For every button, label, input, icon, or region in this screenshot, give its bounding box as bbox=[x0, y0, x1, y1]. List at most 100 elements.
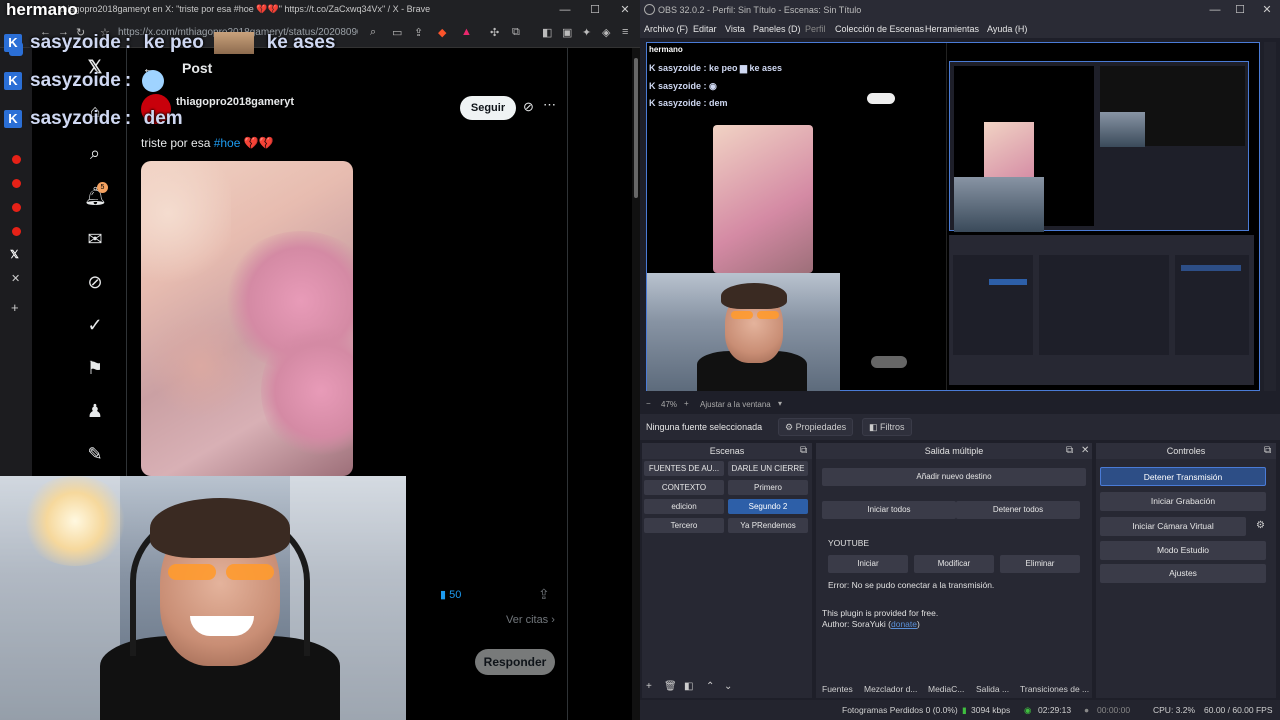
tab-youtube-4[interactable] bbox=[12, 227, 21, 236]
scenes-title: Escenas bbox=[642, 443, 812, 459]
tab-multi-output[interactable]: Salida ... bbox=[976, 681, 1009, 697]
properties-button[interactable]: ⚙ Propiedades bbox=[778, 418, 854, 436]
grok-explain-icon[interactable]: ⊘ bbox=[523, 99, 534, 115]
close-button[interactable]: ✕ bbox=[610, 0, 640, 20]
tab-youtube-2[interactable] bbox=[12, 179, 21, 188]
vpn-icon[interactable]: ◈ bbox=[602, 26, 610, 39]
scene-item[interactable]: FUENTES DE AU... bbox=[644, 461, 724, 476]
delete-destination-button[interactable]: Eliminar bbox=[1000, 555, 1080, 573]
menu-perfil[interactable]: Perfil bbox=[805, 24, 826, 34]
tab-sources[interactable]: Fuentes bbox=[822, 681, 853, 697]
more-options-icon[interactable]: ⋯ bbox=[543, 97, 556, 113]
fit-window-select[interactable]: Ajustar a la ventana bbox=[700, 400, 771, 409]
filters-button[interactable]: ◧ Filtros bbox=[862, 418, 912, 436]
messages-icon[interactable]: ✉ bbox=[84, 228, 106, 250]
add-destination-button[interactable]: Añadir nuevo destino bbox=[822, 468, 1086, 486]
tab-youtube-3[interactable] bbox=[12, 203, 21, 212]
obs-preview-canvas[interactable]: hermano K sasyzoide : ke peo ▆ ke ases K… bbox=[646, 42, 1260, 391]
extensions-icon[interactable]: ✣ bbox=[490, 26, 499, 39]
obs-close-button[interactable]: ✕ bbox=[1252, 0, 1280, 20]
start-virtual-camera-button[interactable]: Iniciar Cámara Virtual bbox=[1100, 517, 1246, 536]
start-recording-button[interactable]: Iniciar Grabación bbox=[1100, 492, 1266, 511]
chevron-down-icon[interactable]: ▾ bbox=[778, 399, 782, 408]
tab-audio-mixer[interactable]: Mezclador d... bbox=[864, 681, 917, 697]
move-up-icon[interactable]: ⌃ bbox=[706, 681, 714, 692]
donate-link[interactable]: donate bbox=[891, 619, 917, 629]
stop-all-button[interactable]: Detener todos bbox=[956, 501, 1080, 519]
maximize-button[interactable]: ☐ bbox=[580, 0, 610, 20]
tweet-image[interactable] bbox=[141, 161, 353, 476]
tab-transitions[interactable]: Transiciones de ... bbox=[1020, 681, 1089, 697]
preview-zoom-bar: − 47% + Ajustar a la ventana ▾ bbox=[640, 396, 1280, 412]
brave-shields-icon[interactable]: ◆ bbox=[438, 26, 446, 39]
menu-herramientas[interactable]: Herramientas bbox=[925, 24, 979, 34]
grok-icon[interactable]: ⊘ bbox=[84, 271, 106, 293]
scrollbar-thumb[interactable] bbox=[634, 58, 638, 198]
view-quotes-link[interactable]: Ver citas › bbox=[506, 614, 555, 626]
scene-item[interactable]: Ya PRendemos bbox=[728, 518, 808, 533]
close-dock-icon[interactable]: ✕ bbox=[1081, 445, 1089, 456]
bookmark-count[interactable]: ▮ 50 bbox=[440, 588, 461, 601]
menu-archivo[interactable]: Archivo (F) bbox=[644, 24, 688, 34]
page-scrollbar[interactable] bbox=[632, 48, 640, 720]
share-icon[interactable]: ⇪ bbox=[414, 26, 423, 39]
verified-icon[interactable]: ✓ bbox=[84, 314, 106, 336]
scene-item[interactable]: DARLE UN CIERRE bbox=[728, 461, 808, 476]
obs-maximize-button[interactable]: ☐ bbox=[1225, 0, 1255, 20]
menu-vista[interactable]: Vista bbox=[725, 24, 745, 34]
scene-item[interactable]: Tercero bbox=[644, 518, 724, 533]
menu-paneles[interactable]: Paneles (D) bbox=[753, 24, 801, 34]
stop-stream-button[interactable]: Detener Transmisión bbox=[1100, 467, 1266, 486]
scene-item[interactable]: edicion bbox=[644, 499, 724, 514]
zoom-out-icon[interactable]: − bbox=[646, 399, 651, 408]
share-post-icon[interactable]: ⇪ bbox=[538, 586, 550, 603]
leo-icon[interactable]: ✦ bbox=[582, 26, 591, 39]
explore-icon[interactable]: ⌕ bbox=[84, 142, 106, 164]
close-tab-icon[interactable]: ✕ bbox=[11, 272, 25, 286]
brave-rewards-icon[interactable]: ▲ bbox=[461, 26, 472, 38]
scene-item-selected[interactable]: Segundo 2 bbox=[728, 499, 808, 514]
notifications-icon[interactable]: 🔔︎ 5 bbox=[84, 182, 108, 207]
remove-scene-icon[interactable]: 🗑︎ bbox=[664, 681, 677, 692]
bookmarks-icon[interactable]: ⚑ bbox=[84, 357, 106, 379]
menu-ayuda[interactable]: Ayuda (H) bbox=[987, 24, 1027, 34]
scene-item[interactable]: Primero bbox=[728, 480, 808, 495]
tab-media-controls[interactable]: MediaC... bbox=[928, 681, 964, 697]
modify-destination-button[interactable]: Modificar bbox=[914, 555, 994, 573]
start-all-button[interactable]: Iniciar todos bbox=[822, 501, 956, 519]
menu-editar[interactable]: Editar bbox=[693, 24, 717, 34]
zoom-in-icon[interactable]: + bbox=[684, 399, 689, 408]
studio-mode-button[interactable]: Modo Estudio bbox=[1100, 541, 1266, 560]
cpu-usage: CPU: 3.2% bbox=[1153, 705, 1196, 715]
virtual-camera-settings-icon[interactable]: ⚙ bbox=[1256, 520, 1265, 531]
multiple-output-dock: Salida múltiple ⧉ ✕ Añadir nuevo destino… bbox=[816, 443, 1092, 698]
tab-x[interactable]: 𝕏 bbox=[10, 248, 24, 262]
undock-icon[interactable]: ⧉ bbox=[1264, 445, 1271, 456]
start-destination-button[interactable]: Iniciar bbox=[828, 555, 908, 573]
new-tab-icon[interactable]: + bbox=[11, 300, 25, 315]
cast-icon[interactable]: ▭ bbox=[392, 26, 402, 39]
tab-youtube-1[interactable] bbox=[12, 155, 21, 164]
move-down-icon[interactable]: ⌄ bbox=[724, 681, 732, 692]
preview-nested-docks bbox=[949, 235, 1254, 385]
preview-scrollbar[interactable] bbox=[1264, 42, 1276, 391]
controls-title: Controles bbox=[1096, 443, 1276, 459]
settings-button[interactable]: Ajustes bbox=[1100, 564, 1266, 583]
wallet-icon[interactable]: ▣ bbox=[562, 26, 572, 39]
sidebar-icon[interactable]: ◧ bbox=[542, 26, 552, 39]
menu-coleccion[interactable]: Colección de Escenas bbox=[835, 24, 924, 34]
compose-icon[interactable]: ✎ bbox=[84, 443, 106, 465]
reply-button[interactable]: Responder bbox=[475, 649, 555, 675]
follow-button[interactable]: Seguir bbox=[460, 96, 516, 120]
add-scene-icon[interactable]: + bbox=[646, 681, 652, 692]
obs-window: OBS 32.0.2 - Perfil: Sin Título - Escena… bbox=[640, 0, 1280, 720]
scene-item[interactable]: CONTEXTO bbox=[644, 480, 724, 495]
controls-dock: Controles ⧉ Detener Transmisión Iniciar … bbox=[1096, 443, 1276, 698]
scene-filters-icon[interactable]: ◧ bbox=[684, 681, 693, 692]
undock-icon[interactable]: ⧉ bbox=[800, 445, 807, 456]
minimize-button[interactable]: — bbox=[550, 0, 580, 20]
undock-icon[interactable]: ⧉ bbox=[1066, 445, 1073, 456]
screenshot-icon[interactable]: ⧉ bbox=[512, 26, 520, 39]
communities-icon[interactable]: ♟ bbox=[84, 400, 106, 422]
menu-icon[interactable]: ≡ bbox=[622, 26, 628, 38]
